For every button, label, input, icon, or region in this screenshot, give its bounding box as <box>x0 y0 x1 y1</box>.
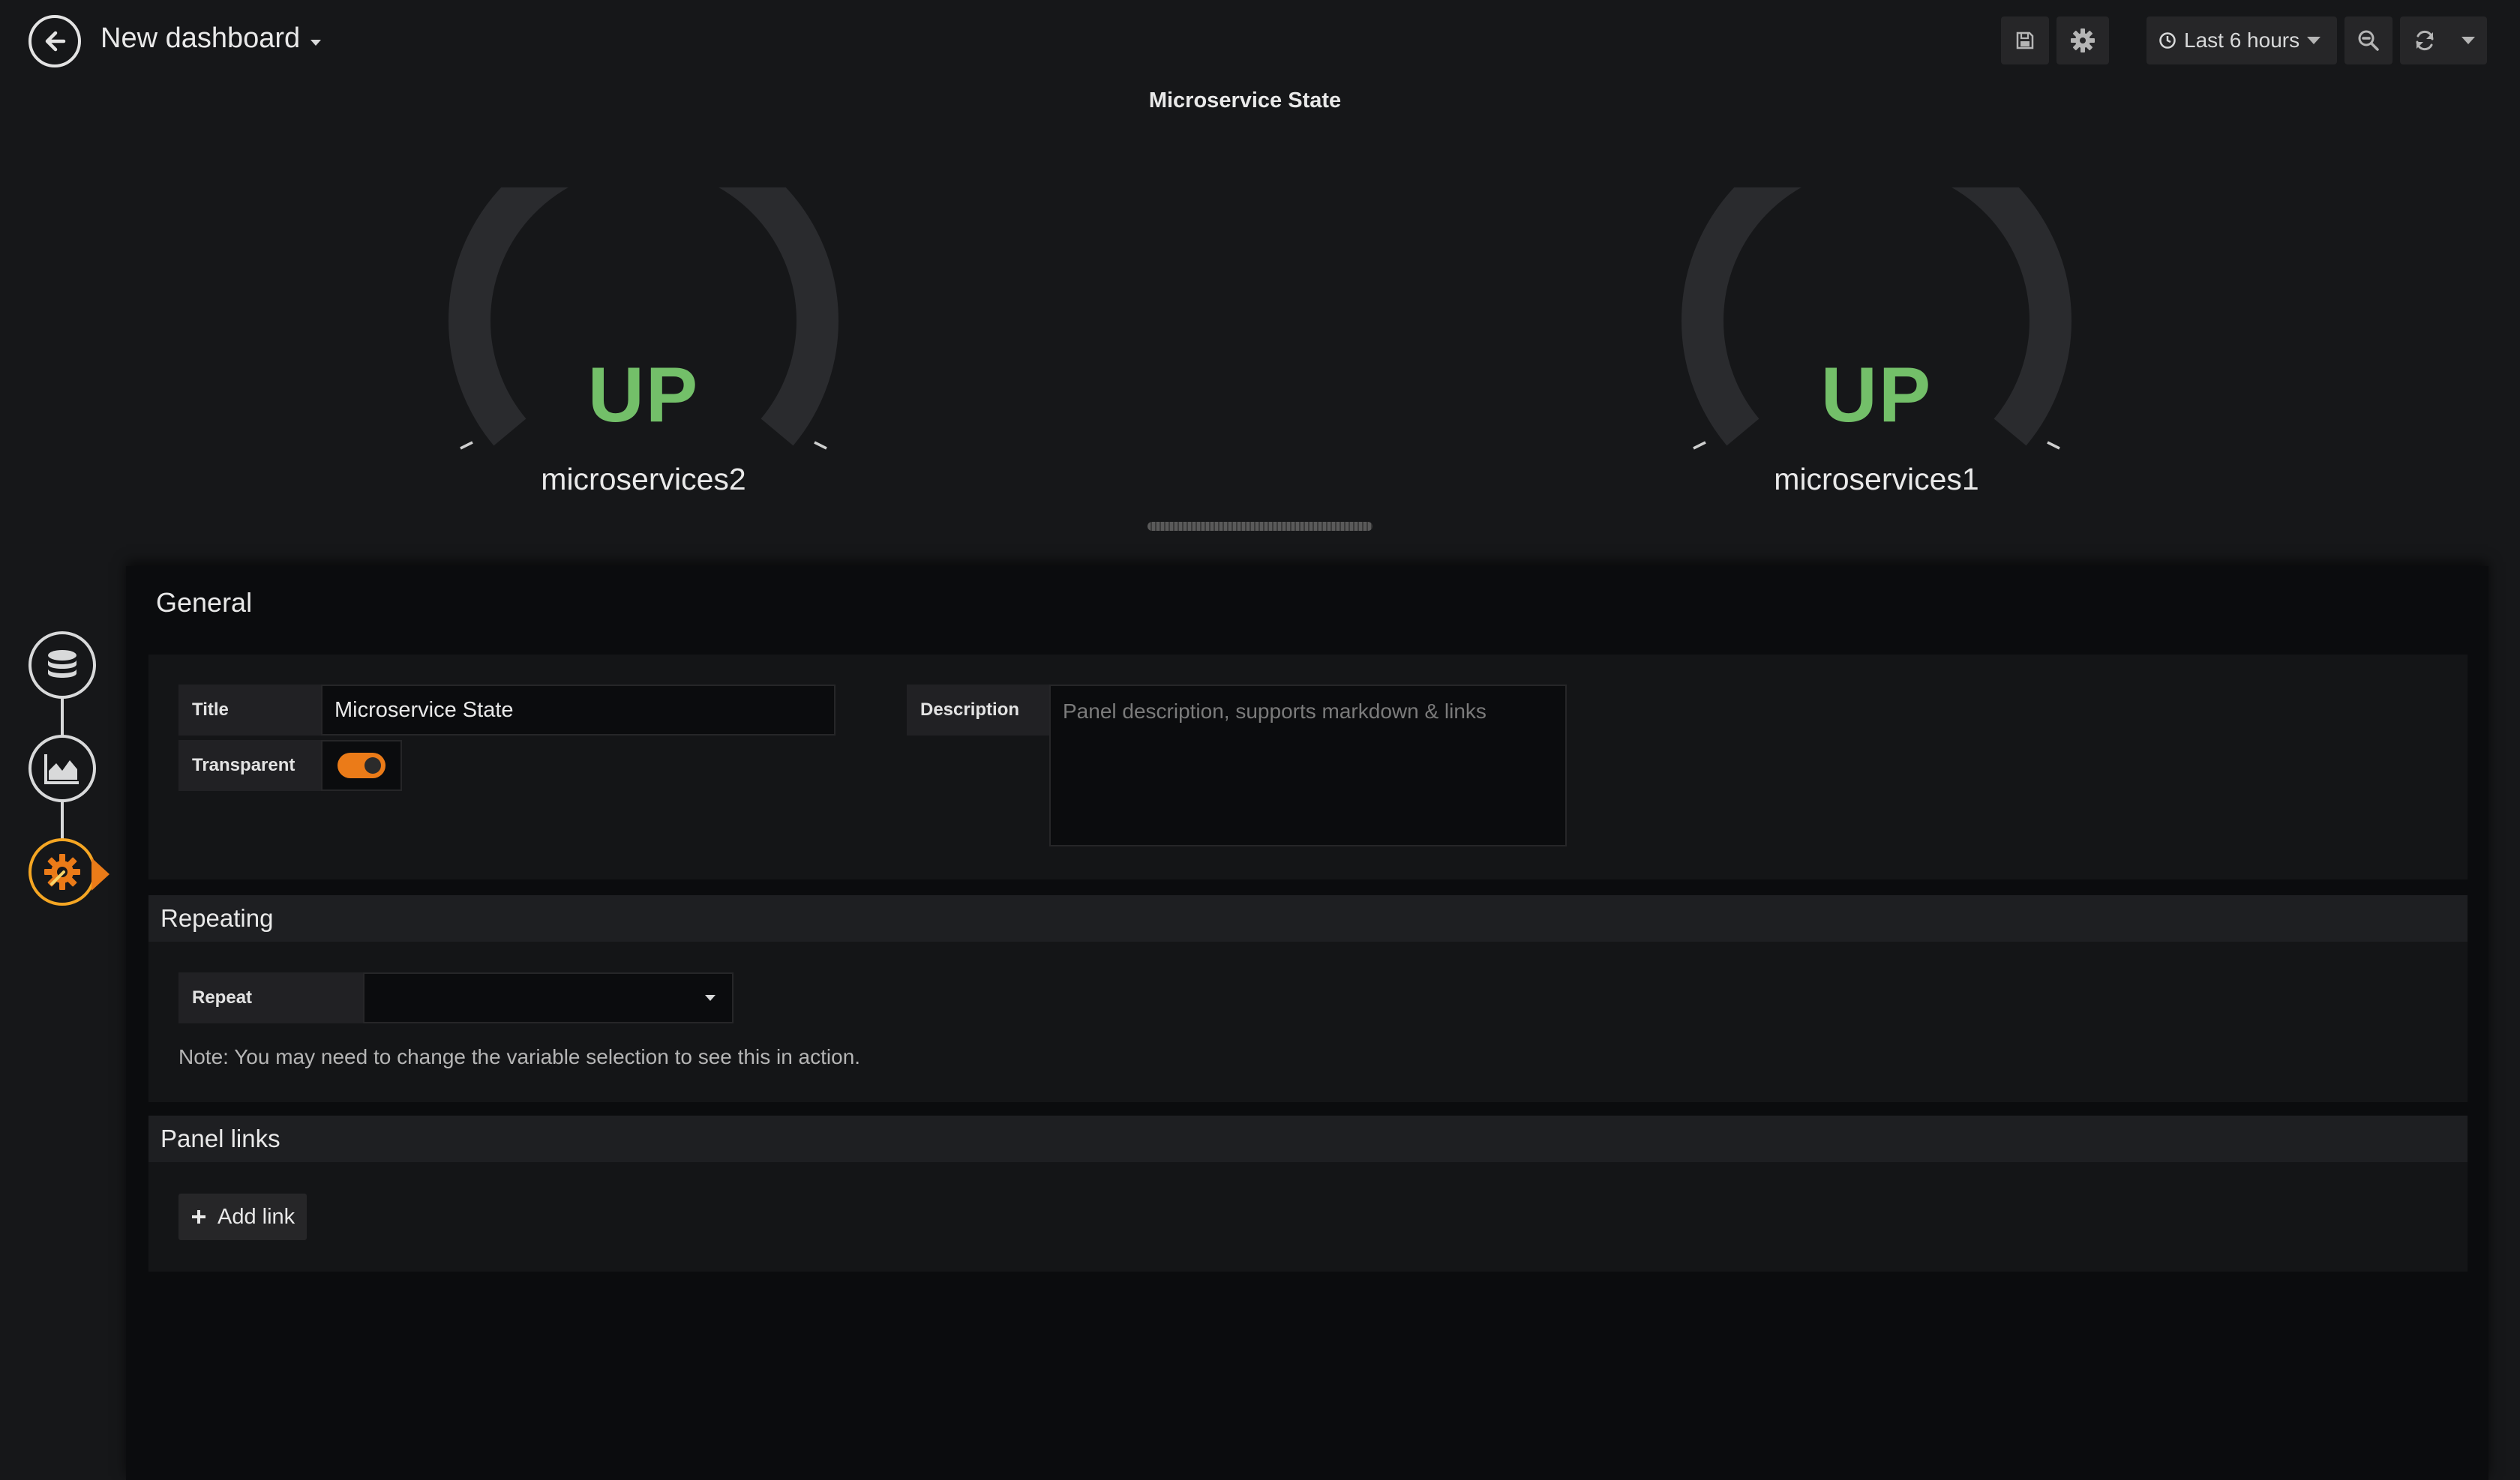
description-textarea[interactable]: Panel description, supports markdown & l… <box>1049 685 1567 846</box>
general-settings-icon <box>44 854 80 890</box>
transparent-switch-container <box>321 740 402 791</box>
panel-title[interactable]: Microservice State <box>0 88 2490 113</box>
gauge-series-name: microservices2 <box>541 462 746 496</box>
area-chart-icon <box>44 754 79 784</box>
title-input[interactable]: Microservice State <box>321 685 836 736</box>
editor-heading: General <box>156 587 253 618</box>
gauge-value: UP <box>587 352 700 439</box>
title-label: Title <box>178 685 321 736</box>
gauge-microservices1: 1 1 UP microservices1 <box>1666 187 2086 517</box>
caret-down-icon <box>310 39 322 46</box>
repeat-label: Repeat <box>178 972 363 1023</box>
refresh-interval-caret-icon[interactable] <box>2461 37 2475 44</box>
description-label: Description <box>907 685 1049 736</box>
top-navbar: New dashboard Last 6 hours <box>0 0 2520 82</box>
clock-icon <box>2159 32 2176 49</box>
time-range-picker[interactable]: Last 6 hours <box>2146 16 2337 64</box>
transparent-toggle[interactable] <box>338 753 386 778</box>
transparent-label: Transparent <box>178 740 321 791</box>
dashboard-title: New dashboard <box>100 22 301 54</box>
repeating-section: Repeating Repeat Note: You may need to c… <box>148 895 2468 1102</box>
caret-down-icon <box>705 995 716 1001</box>
caret-down-icon <box>2307 37 2321 44</box>
panel-editor: General Title Microservice State Transpa… <box>126 566 2488 1480</box>
gauge-value: UP <box>1820 352 1933 439</box>
repeat-note: Note: You may need to change the variabl… <box>178 1045 861 1068</box>
refresh-button-group[interactable] <box>2400 16 2487 64</box>
toggle-knob <box>364 757 381 774</box>
repeat-select[interactable] <box>363 972 734 1023</box>
panel-links-header: Panel links <box>148 1116 2468 1162</box>
repeating-header: Repeating <box>148 895 2468 942</box>
panel-resize-handle[interactable] <box>1148 522 1372 531</box>
panel-links-section: Panel links Add link <box>148 1116 2468 1272</box>
rail-step-general[interactable] <box>28 838 96 906</box>
back-button[interactable] <box>28 15 81 67</box>
database-icon <box>48 650 76 678</box>
save-dashboard-button[interactable] <box>2001 16 2049 64</box>
rail-step-visualization[interactable] <box>28 735 96 802</box>
add-link-label: Add link <box>218 1204 296 1229</box>
arrow-left-icon <box>45 31 66 52</box>
gauge-series-name: microservices1 <box>1774 462 1979 496</box>
dashboard-title-picker[interactable]: New dashboard <box>100 22 322 55</box>
gear-icon <box>2071 28 2095 52</box>
active-step-arrow-icon <box>92 858 110 891</box>
plus-icon <box>192 1210 206 1224</box>
save-icon <box>2016 31 2034 49</box>
time-range-label: Last 6 hours <box>2184 28 2300 52</box>
rail-step-queries[interactable] <box>28 631 96 699</box>
zoom-out-button[interactable] <box>2344 16 2392 64</box>
refresh-icon[interactable] <box>2413 28 2437 52</box>
general-section: Title Microservice State Transparent Des… <box>148 655 2468 879</box>
gauge-microservices2: 1 1 UP microservices2 <box>434 187 854 517</box>
add-link-button[interactable]: Add link <box>178 1194 308 1240</box>
dashboard-settings-button[interactable] <box>2056 16 2109 64</box>
zoom-out-icon <box>2358 30 2379 51</box>
